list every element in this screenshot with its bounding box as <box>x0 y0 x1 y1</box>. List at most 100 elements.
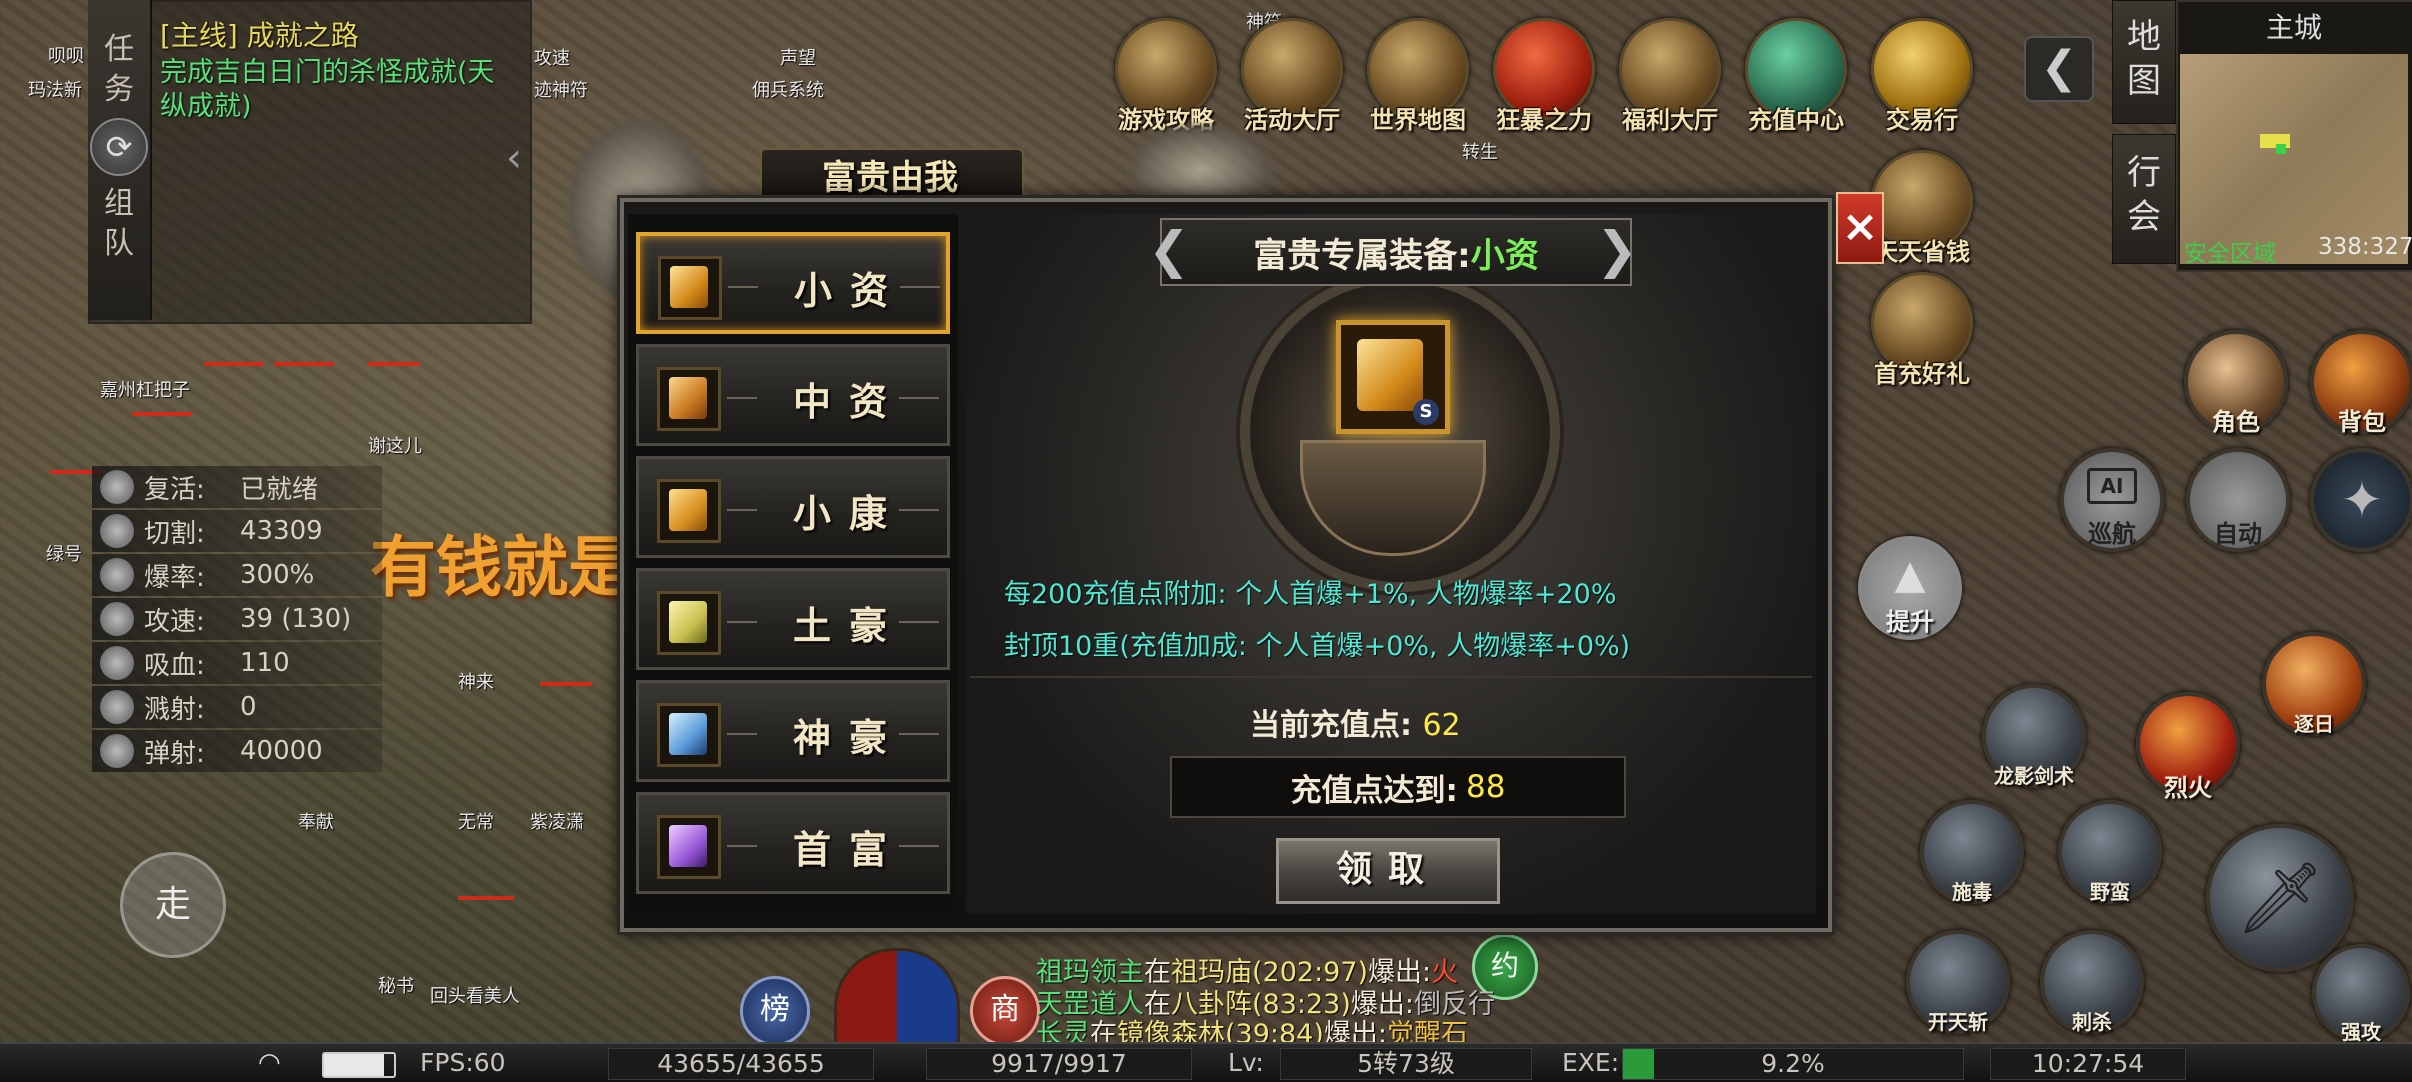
ai-cruise-button[interactable]: AI 巡航 <box>2060 448 2164 552</box>
world-player-name: 秘书 <box>378 976 414 997</box>
level-label: Lv: <box>1228 1048 1264 1077</box>
quest-description[interactable]: 完成吉白日门的杀怪成就(天纵成就) <box>160 56 500 124</box>
skill-label: 龙影剑术 <box>1994 764 2074 788</box>
stat-key: 弹射: <box>144 738 205 769</box>
top-icon-recharge[interactable]: 充值中心 <box>1742 18 1850 135</box>
top-icon-welfare[interactable]: 福利大厅 <box>1616 18 1724 135</box>
stats-list: 复活: 已就绪 切割: 43309 爆率: 300% 攻速: 39 (130) 吸血: 1… <box>92 466 382 774</box>
world-player-name: 神来 <box>458 672 494 693</box>
target-points-label: 充值点达到: <box>1290 772 1458 809</box>
character-button[interactable]: 角色 <box>2184 330 2288 437</box>
tab-map-char-1: 地 <box>2127 17 2161 57</box>
tab-quest-char-1[interactable]: 任 <box>88 30 150 70</box>
ai-cruise-label: 巡航 <box>2088 520 2136 548</box>
world-npc-name: 呗呗 <box>48 46 84 67</box>
top-icon-label: 充值中心 <box>1748 106 1844 134</box>
world-player-name: 回头看美人 <box>430 986 520 1007</box>
world-npc-name: 攻速 <box>534 48 570 69</box>
gold-card-icon <box>669 377 707 419</box>
banner-right-arrow-icon: ❯ <box>1596 221 1638 279</box>
tier-button-tuhao[interactable]: 土豪 <box>636 568 950 670</box>
world-player-name: 绿号 <box>46 544 82 565</box>
stat-value: 40000 <box>240 736 323 766</box>
tier-button-xiaokang[interactable]: 小康 <box>636 456 950 558</box>
tier-button-zhongzi[interactable]: 中资 <box>636 344 950 446</box>
tier-button-shenhao[interactable]: 神豪 <box>636 680 950 782</box>
bag-button[interactable]: 背包 <box>2310 330 2412 437</box>
enemy-hp-bar <box>274 362 334 366</box>
banner-value: 小资 <box>1470 235 1539 276</box>
tab-guild-char-1: 行 <box>2127 153 2161 193</box>
tab-guild[interactable]: 行 会 <box>2112 134 2176 264</box>
target-lock-button[interactable]: ✦ <box>2310 448 2412 552</box>
skill-assassinate[interactable]: 刺杀 <box>2040 930 2144 1035</box>
walk-button[interactable]: 走 <box>120 852 226 958</box>
refresh-icon[interactable]: ⟳ <box>90 118 148 176</box>
tab-map[interactable]: 地 图 <box>2112 0 2176 124</box>
top-icon-activity[interactable]: 活动大厅 <box>1238 18 1346 135</box>
world-player-name: 嘉州杠把子 <box>100 380 190 401</box>
bag-label: 背包 <box>2338 408 2386 436</box>
purple-card-icon <box>669 825 707 867</box>
tier-icon-frame <box>657 367 721 431</box>
side-icon-label: 首充好礼 <box>1874 360 1970 388</box>
skill-sky-split[interactable]: 开天斩 <box>1906 930 2010 1035</box>
diamond-target-icon: ✦ <box>2341 471 2383 529</box>
splash-icon <box>100 690 134 724</box>
enemy-hp-bar <box>132 412 192 416</box>
stat-key: 吸血: <box>144 650 205 681</box>
tab-quest-char-2[interactable]: 务 <box>88 70 150 110</box>
skill-blazing-fire[interactable]: 烈火 <box>2136 692 2240 803</box>
minimap-title: 主城 <box>2265 11 2322 44</box>
skill-dragon-sword[interactable]: 龙影剑术 <box>1982 684 2086 789</box>
top-icon-guide[interactable]: 游戏攻略 <box>1112 18 1220 135</box>
minimap[interactable] <box>2180 54 2408 264</box>
stat-key: 爆率: <box>144 562 205 593</box>
quest-side-tabs: 任 务 ⟳ 组 队 <box>88 0 152 320</box>
equipment-slot[interactable]: S <box>1336 320 1450 434</box>
exp-label: EXE: <box>1562 1048 1620 1077</box>
minimap-coords: 338:327 <box>2318 234 2412 260</box>
tab-team-char-2[interactable]: 队 <box>88 224 150 264</box>
divider <box>900 286 940 288</box>
skill-label: 野蛮 <box>2090 880 2130 904</box>
divider <box>727 621 757 623</box>
stat-row: 弹射: 40000 <box>92 730 382 772</box>
stat-row: 爆率: 300% <box>92 554 382 596</box>
skill-savage-charge[interactable]: 野蛮 <box>2058 800 2162 905</box>
stat-key: 溅射: <box>144 694 205 725</box>
top-icon-rage[interactable]: 狂暴之力 <box>1490 18 1598 135</box>
skill-poison[interactable]: 施毒 <box>1920 800 2024 905</box>
minimap-zone: 安全区域 <box>2184 241 2276 267</box>
tier-button-xiaozi[interactable]: 小资 <box>636 232 950 334</box>
battery-icon <box>322 1052 396 1078</box>
collapse-arrow-icon[interactable]: ‹ <box>506 128 522 188</box>
tab-team-char-1[interactable]: 组 <box>88 184 150 224</box>
stat-row: 吸血: 110 <box>92 642 382 684</box>
world-npc-name: 声望 <box>780 48 816 69</box>
quest-title[interactable]: [主线] 成就之路 <box>160 14 359 54</box>
top-icon-trade[interactable]: 交易行 <box>1868 18 1976 135</box>
skill-chase-sun[interactable]: 逐日 <box>2262 632 2366 737</box>
side-icon-save-money[interactable]: 天天省钱 <box>1868 150 1976 267</box>
battery-level <box>324 1054 384 1076</box>
stat-value: 39 (130) <box>240 604 352 634</box>
divider <box>727 845 757 847</box>
skill-strong-attack[interactable]: 强攻 <box>2312 944 2410 1045</box>
world-npc-name: 佣兵系统 <box>752 80 824 101</box>
enemy-hp-bar <box>540 682 592 686</box>
top-icon-world-map[interactable]: 世界地图 <box>1364 18 1472 135</box>
tier-icon-frame <box>657 479 721 543</box>
world-npc-name: 转生 <box>1462 142 1498 163</box>
side-icon-first-recharge[interactable]: 首充好礼 <box>1868 272 1976 389</box>
shop-button[interactable]: 商 <box>970 976 1040 1046</box>
auto-button[interactable]: 自动 <box>2186 448 2290 552</box>
tier-button-shoufu[interactable]: 首富 <box>636 792 950 894</box>
claim-button[interactable]: 领取 <box>1276 838 1500 904</box>
ranking-button[interactable]: 榜 <box>740 976 810 1046</box>
close-button[interactable]: × <box>1836 192 1884 264</box>
upgrade-button[interactable]: ▲ 提升 <box>1858 536 1962 640</box>
equipment-banner: 富贵专属装备: 小资 <box>1160 218 1632 286</box>
back-arrow-icon[interactable]: ❮ <box>2024 36 2094 102</box>
stat-row: 切割: 43309 <box>92 510 382 552</box>
